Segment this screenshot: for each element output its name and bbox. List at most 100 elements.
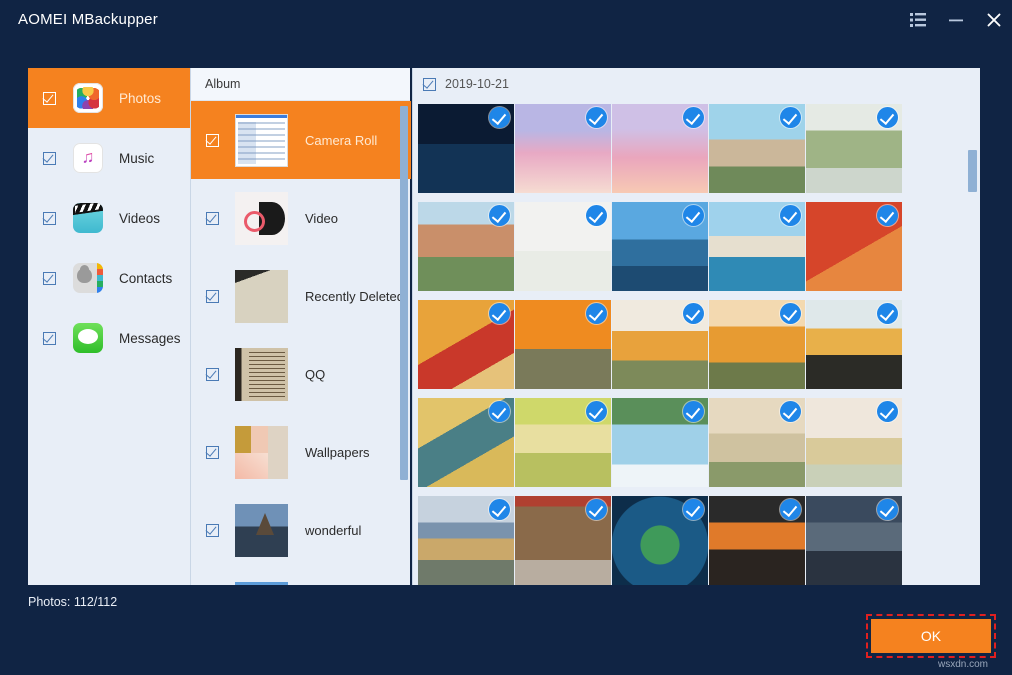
photo-thumbnail[interactable] [709, 398, 805, 495]
date-group-header[interactable]: 2019-10-21 [413, 68, 981, 100]
application-window: AOMEI MBackupper [0, 0, 1012, 675]
photo-thumbnail[interactable] [806, 104, 902, 201]
album-thumbnail [235, 348, 288, 401]
sidebar-checkbox-videos[interactable] [43, 212, 56, 225]
photo-selected-badge[interactable] [683, 303, 704, 324]
album-item-qq[interactable]: QQ [191, 335, 411, 413]
photo-grid [413, 100, 981, 104]
date-group-label: 2019-10-21 [445, 77, 509, 91]
photo-thumbnail[interactable] [806, 202, 902, 299]
album-checkbox-qq[interactable] [206, 368, 219, 381]
photo-thumbnail[interactable] [709, 300, 805, 397]
videos-app-icon [73, 203, 103, 233]
photo-thumbnail[interactable] [515, 300, 611, 397]
photo-selected-badge[interactable] [586, 303, 607, 324]
photo-thumbnail[interactable] [612, 202, 708, 299]
photo-thumbnail[interactable] [418, 398, 514, 495]
photo-selected-badge[interactable] [489, 205, 510, 226]
photo-thumbnail[interactable] [709, 104, 805, 201]
sidebar-item-label: Contacts [119, 271, 172, 286]
contacts-app-icon [73, 263, 103, 293]
album-checkbox-wallpapers[interactable] [206, 446, 219, 459]
photo-selected-badge[interactable] [683, 205, 704, 226]
photo-selected-badge[interactable] [586, 107, 607, 128]
photo-thumbnail[interactable] [515, 104, 611, 201]
album-scrollbar[interactable] [400, 72, 408, 582]
photo-thumbnail[interactable] [515, 496, 611, 585]
album-item-wonderful[interactable]: wonderful [191, 491, 411, 569]
photo-grid-scrollbar[interactable] [968, 72, 977, 582]
photo-selected-badge[interactable] [586, 401, 607, 422]
album-item-camera-roll[interactable]: Camera Roll [191, 101, 411, 179]
sidebar-item-messages[interactable]: Messages [28, 308, 190, 368]
photo-selected-badge[interactable] [780, 401, 801, 422]
album-checkbox-camera-roll[interactable] [206, 134, 219, 147]
photo-selected-badge[interactable] [780, 499, 801, 520]
date-group-checkbox[interactable] [423, 78, 436, 91]
album-item-label: wonderful [305, 523, 361, 538]
sidebar-checkbox-messages[interactable] [43, 332, 56, 345]
sidebar-item-label: Videos [119, 211, 160, 226]
photo-selected-badge[interactable] [489, 107, 510, 128]
photo-selected-badge[interactable] [877, 205, 898, 226]
photo-thumbnail[interactable] [515, 398, 611, 495]
photo-selected-badge[interactable] [489, 401, 510, 422]
photo-selected-badge[interactable] [877, 107, 898, 128]
photo-selected-badge[interactable] [780, 303, 801, 324]
album-item-label: Video [305, 211, 338, 226]
photo-thumbnail[interactable] [418, 300, 514, 397]
photo-thumbnail[interactable] [418, 496, 514, 585]
album-item-wallpapers[interactable]: Wallpapers [191, 413, 411, 491]
photo-thumbnail[interactable] [418, 202, 514, 299]
sidebar-item-contacts[interactable]: Contacts [28, 248, 190, 308]
photo-thumbnail[interactable] [806, 496, 902, 585]
photo-selected-badge[interactable] [683, 499, 704, 520]
sidebar-checkbox-music[interactable] [43, 152, 56, 165]
album-checkbox-wonderful[interactable] [206, 524, 219, 537]
photo-selected-badge[interactable] [586, 499, 607, 520]
sidebar-item-photos[interactable]: Photos [28, 68, 190, 128]
photo-thumbnail[interactable] [612, 104, 708, 201]
photo-thumbnail[interactable] [612, 300, 708, 397]
sidebar-item-videos[interactable]: Videos [28, 188, 190, 248]
photo-thumbnail[interactable] [709, 202, 805, 299]
close-icon[interactable] [981, 8, 1007, 32]
album-scrollbar-thumb[interactable] [400, 106, 408, 480]
photo-thumbnail[interactable] [612, 496, 708, 585]
album-column: Album Camera RollVideoRecently DeletedQQ… [190, 68, 410, 585]
photo-selected-badge[interactable] [877, 499, 898, 520]
list-view-icon[interactable] [905, 8, 931, 32]
album-checkbox-recently-deleted[interactable] [206, 290, 219, 303]
minimize-icon[interactable] [943, 8, 969, 32]
photo-thumbnail[interactable] [806, 300, 902, 397]
photo-thumbnail[interactable] [806, 398, 902, 495]
sidebar-checkbox-contacts[interactable] [43, 272, 56, 285]
photo-grid-scroll[interactable] [413, 100, 981, 585]
sidebar-item-music[interactable]: Music [28, 128, 190, 188]
photo-selected-badge[interactable] [489, 303, 510, 324]
photo-selected-badge[interactable] [683, 401, 704, 422]
photo-grid-scrollbar-thumb[interactable] [968, 150, 977, 192]
photo-thumbnail[interactable] [418, 104, 514, 201]
sidebar-checkbox-photos[interactable] [43, 92, 56, 105]
album-item-recently-deleted[interactable]: Recently Deleted [191, 257, 411, 335]
photo-thumbnail[interactable] [515, 202, 611, 299]
photo-selected-badge[interactable] [877, 401, 898, 422]
album-list[interactable]: Camera Roll Video Recently DeletedQQWallpa… [191, 101, 411, 585]
photo-selected-badge[interactable] [877, 303, 898, 324]
status-text: Photos: 112/112 [28, 595, 117, 609]
category-sidebar: Photos Music Videos Contacts Messages [28, 68, 190, 585]
album-checkbox-video[interactable] [206, 212, 219, 225]
photo-selected-badge[interactable] [780, 205, 801, 226]
sidebar-item-label: Music [119, 151, 154, 166]
photo-thumbnail[interactable] [709, 496, 805, 585]
album-item-video[interactable]: Video [191, 179, 411, 257]
photo-selected-badge[interactable] [586, 205, 607, 226]
photo-selected-badge[interactable] [683, 107, 704, 128]
messages-app-icon [73, 323, 103, 353]
album-item-extra[interactable] [191, 569, 411, 585]
photo-selected-badge[interactable] [780, 107, 801, 128]
ok-button[interactable]: OK [871, 619, 991, 653]
photo-selected-badge[interactable] [489, 499, 510, 520]
photo-thumbnail[interactable] [612, 398, 708, 495]
